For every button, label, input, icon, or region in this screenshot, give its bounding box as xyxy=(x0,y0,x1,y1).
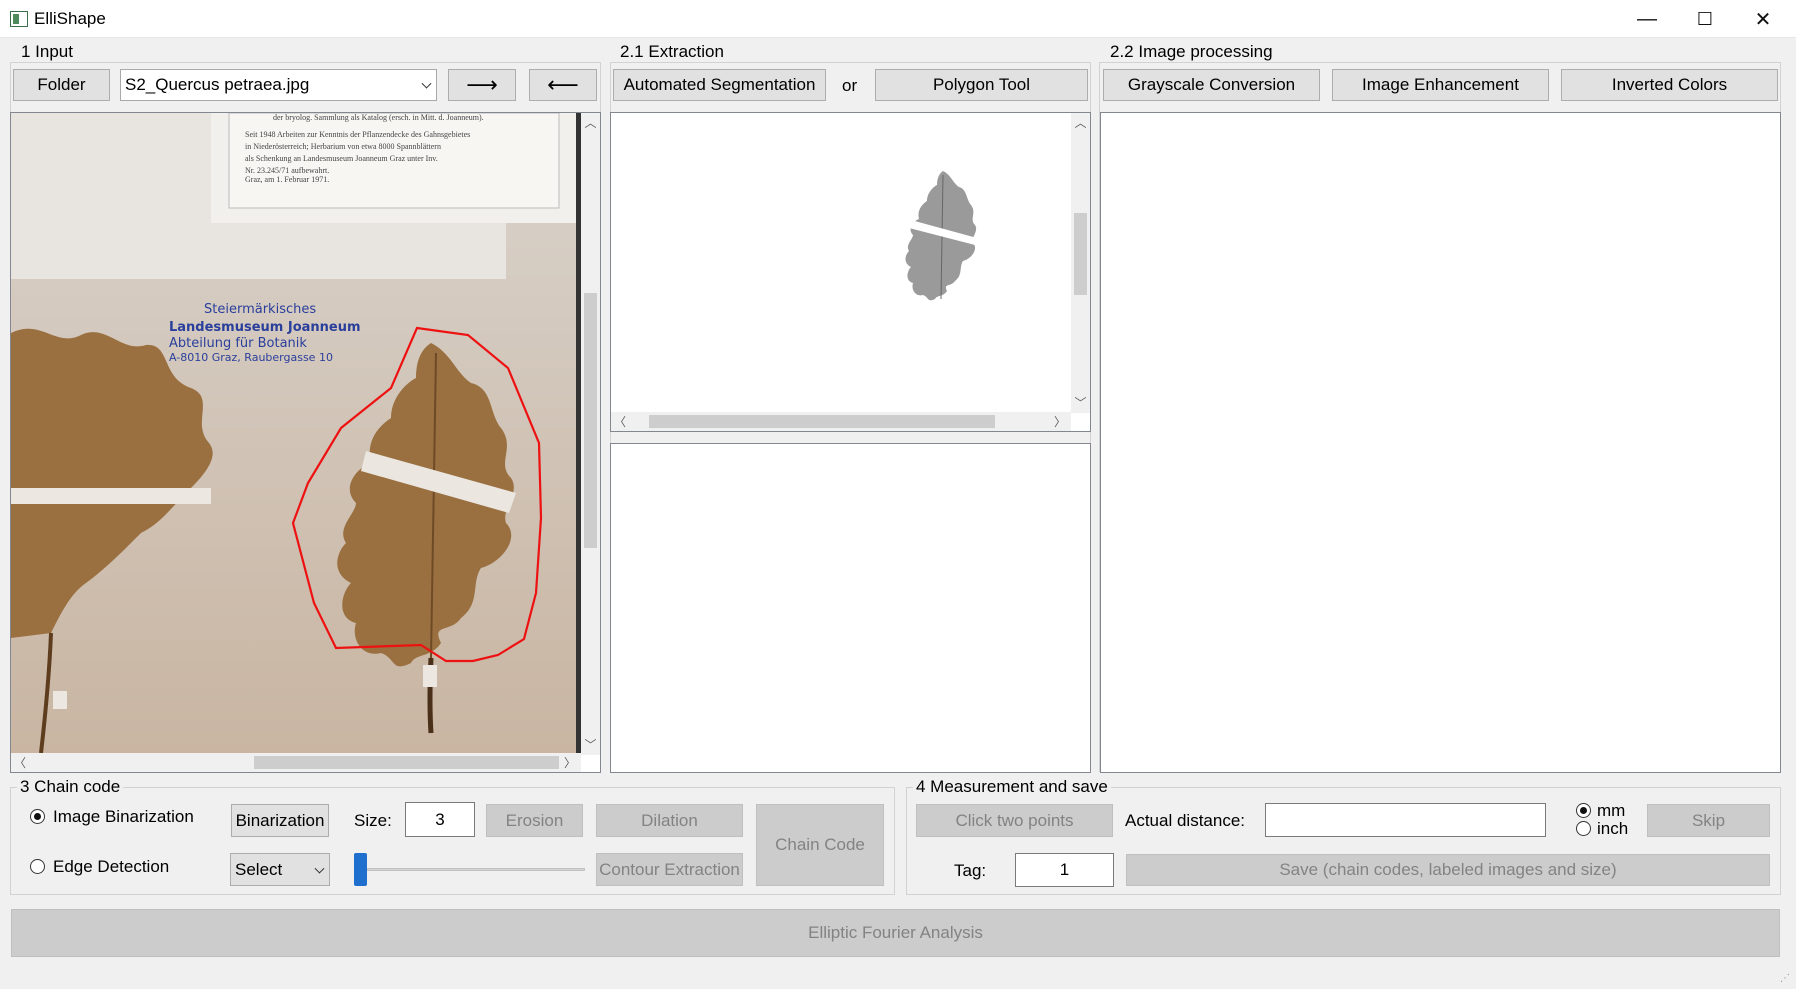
binarization-button[interactable]: Binarization xyxy=(231,804,329,837)
prev-image-button[interactable]: ⟵ xyxy=(529,69,597,101)
specimen-image[interactable]: der bryolog. Sammlung als Katalog (ersch… xyxy=(11,113,581,753)
stamp-line-2: Landesmuseum Joanneum xyxy=(169,320,361,335)
stamp-line-3: Abteilung für Botanik xyxy=(169,336,307,351)
tag-input[interactable]: 1 xyxy=(1015,853,1114,887)
file-select[interactable]: S2_Quercus petraea.jpg xyxy=(120,69,437,101)
input-image-panel[interactable]: der bryolog. Sammlung als Katalog (ersch… xyxy=(10,112,601,773)
inverted-colors-button[interactable]: Inverted Colors xyxy=(1561,69,1778,101)
scroll-thumb[interactable] xyxy=(254,756,559,769)
label-line-1: der bryolog. Sammlung als Katalog (ersch… xyxy=(273,113,484,122)
or-label: or xyxy=(842,76,858,95)
scroll-thumb[interactable] xyxy=(649,415,995,428)
automated-segmentation-button[interactable]: Automated Segmentation xyxy=(613,69,826,101)
scroll-up-icon[interactable]: ︿ xyxy=(1071,113,1090,131)
minimize-icon[interactable]: — xyxy=(1618,0,1676,38)
stamp-line-1: Steiermärkisches xyxy=(204,302,316,317)
edge-detection-radio[interactable] xyxy=(30,859,45,874)
next-image-button[interactable]: ⟶ xyxy=(448,69,516,101)
scroll-down-icon[interactable]: ﹀ xyxy=(581,735,600,753)
size-label: Size: xyxy=(354,811,392,830)
scroll-left-icon[interactable]: 〈 xyxy=(11,753,29,772)
input-vertical-scrollbar[interactable]: ︿ ﹀ xyxy=(581,113,600,755)
click-two-points-button[interactable]: Click two points xyxy=(916,804,1113,837)
edge-detection-label: Edge Detection xyxy=(53,857,170,876)
processing-image-panel[interactable] xyxy=(1100,112,1781,773)
extraction-group-title: 2.1 Extraction xyxy=(617,42,727,62)
image-binarization-radio[interactable] xyxy=(30,809,45,824)
extracted-leaf-image xyxy=(905,171,977,301)
label-line-3: in Niederösterreich; Herbarium von etwa … xyxy=(245,142,441,151)
edge-method-select-value: Select xyxy=(235,859,283,879)
maximize-icon[interactable]: ☐ xyxy=(1676,0,1734,38)
dilation-button[interactable]: Dilation xyxy=(596,804,743,837)
unit-mm-radio[interactable] xyxy=(1576,803,1591,818)
scroll-down-icon[interactable]: ﹀ xyxy=(1071,393,1090,411)
scroll-up-icon[interactable]: ︿ xyxy=(581,113,600,131)
window-title: ElliShape xyxy=(34,9,106,28)
close-icon[interactable]: ✕ xyxy=(1734,0,1792,38)
stamp-line-4: A-8010 Graz, Raubergasse 10 xyxy=(169,351,333,364)
scroll-right-icon[interactable]: 〉 xyxy=(561,753,579,772)
polygon-tool-button[interactable]: Polygon Tool xyxy=(875,69,1088,101)
folder-button[interactable]: Folder xyxy=(13,69,110,101)
app-icon xyxy=(10,11,28,27)
extraction-result-panel[interactable] xyxy=(610,443,1091,773)
input-horizontal-scrollbar[interactable]: 〈 〉 xyxy=(11,753,581,772)
image-binarization-label: Image Binarization xyxy=(53,807,194,826)
unit-mm-label: mm xyxy=(1597,801,1626,820)
scroll-thumb[interactable] xyxy=(1074,213,1087,295)
actual-distance-input[interactable] xyxy=(1265,803,1546,837)
grayscale-conversion-button[interactable]: Grayscale Conversion xyxy=(1103,69,1320,101)
processing-group-title: 2.2 Image processing xyxy=(1107,42,1276,62)
threshold-slider-track[interactable] xyxy=(359,868,585,871)
image-enhancement-button[interactable]: Image Enhancement xyxy=(1332,69,1549,101)
size-input[interactable]: 3 xyxy=(405,802,475,837)
title-bar: ElliShape — ☐ ✕ xyxy=(0,0,1796,38)
unit-inch-label: inch xyxy=(1597,819,1629,838)
threshold-slider-handle[interactable] xyxy=(354,853,367,886)
file-select-value: S2_Quercus petraea.jpg xyxy=(125,75,310,94)
erosion-button[interactable]: Erosion xyxy=(486,804,583,837)
scroll-left-icon[interactable]: 〈 xyxy=(611,412,629,431)
actual-distance-label: Actual distance: xyxy=(1125,811,1246,830)
resize-grip-icon[interactable]: ⋰ xyxy=(1780,973,1792,985)
input-group-title: 1 Input xyxy=(18,42,76,62)
extraction-horizontal-scrollbar[interactable]: 〈 〉 xyxy=(611,412,1071,431)
label-line-2: Seit 1948 Arbeiten zur Kenntnis der Pfla… xyxy=(245,130,470,139)
label-line-4: als Schenkung an Landesmuseum Joanneum G… xyxy=(245,154,438,163)
label-line-6: Graz, am 1. Februar 1971. xyxy=(245,175,329,184)
scroll-thumb[interactable] xyxy=(584,293,597,548)
chevron-down-icon xyxy=(421,78,432,89)
tag-label: Tag: xyxy=(954,861,987,880)
extraction-preview-panel[interactable]: ︿ ﹀ 〈 〉 xyxy=(610,112,1091,432)
skip-button[interactable]: Skip xyxy=(1647,804,1770,837)
chain-code-group-title: 3 Chain code xyxy=(17,777,124,797)
chevron-down-icon xyxy=(314,863,325,874)
elliptic-fourier-analysis-button[interactable]: Elliptic Fourier Analysis xyxy=(11,909,1780,957)
unit-inch-radio[interactable] xyxy=(1576,821,1591,836)
measurement-group-title: 4 Measurement and save xyxy=(913,777,1111,797)
extraction-vertical-scrollbar[interactable]: ︿ ﹀ xyxy=(1071,113,1090,413)
contour-extraction-button[interactable]: Contour Extraction xyxy=(596,853,743,886)
label-line-5: Nr. 23.245/71 aufbewahrt. xyxy=(245,166,329,175)
scroll-right-icon[interactable]: 〉 xyxy=(1051,412,1069,431)
chain-code-button[interactable]: Chain Code xyxy=(756,804,884,886)
edge-method-select[interactable]: Select xyxy=(230,853,330,886)
save-button[interactable]: Save (chain codes, labeled images and si… xyxy=(1126,854,1770,886)
